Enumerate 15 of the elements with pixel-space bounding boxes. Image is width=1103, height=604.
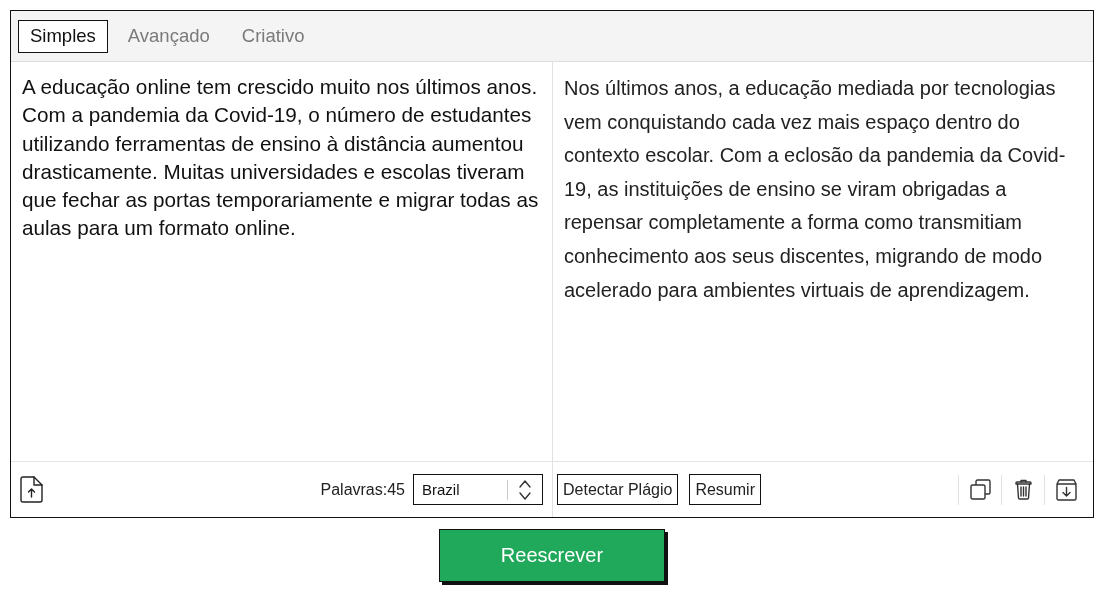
copy-icon: [969, 479, 991, 500]
trash-icon: [1014, 479, 1032, 500]
mode-tab[interactable]: Criativo: [229, 19, 317, 53]
word-count: Palavras:45: [320, 480, 405, 499]
file-upload-icon: [19, 476, 43, 503]
chevron-up-down-icon: [519, 478, 531, 501]
action-button[interactable]: Detectar Plágio: [557, 474, 679, 505]
action-button[interactable]: Resumir: [689, 474, 761, 505]
mode-tab[interactable]: Avançado: [115, 19, 222, 53]
download-box-icon: [1055, 478, 1077, 501]
rewritten-text: Nos últimos anos, a educação mediada por tecnologias vem conquistando cada vez mais espaço dentro do contexto escolar. Com a eclosão da pandemia da Covid-19, as instituições de ensino se viram obrigadas a repensar completamente a forma como transmitiam conhecimento aos seus discentes, migrando de modo acelerado para ambientes virtuais de aprendizagem.: [563, 76, 1067, 303]
mode-tab[interactable]: Simples: [18, 19, 108, 53]
language-select[interactable]: Brazil: [413, 474, 543, 505]
source-text-area[interactable]: A educação online tem crescido muito nos últimos anos. Com a pandemia da Covid-19, o número de estudantes utilizando ferramentas de ensino à distância aumentou drasticamente. Muitas universidades e escolas tiveram que fechar as portas temporariamente e migrar todas as aulas para um formato online.: [11, 62, 552, 461]
upload-file-button[interactable]: [19, 476, 43, 503]
